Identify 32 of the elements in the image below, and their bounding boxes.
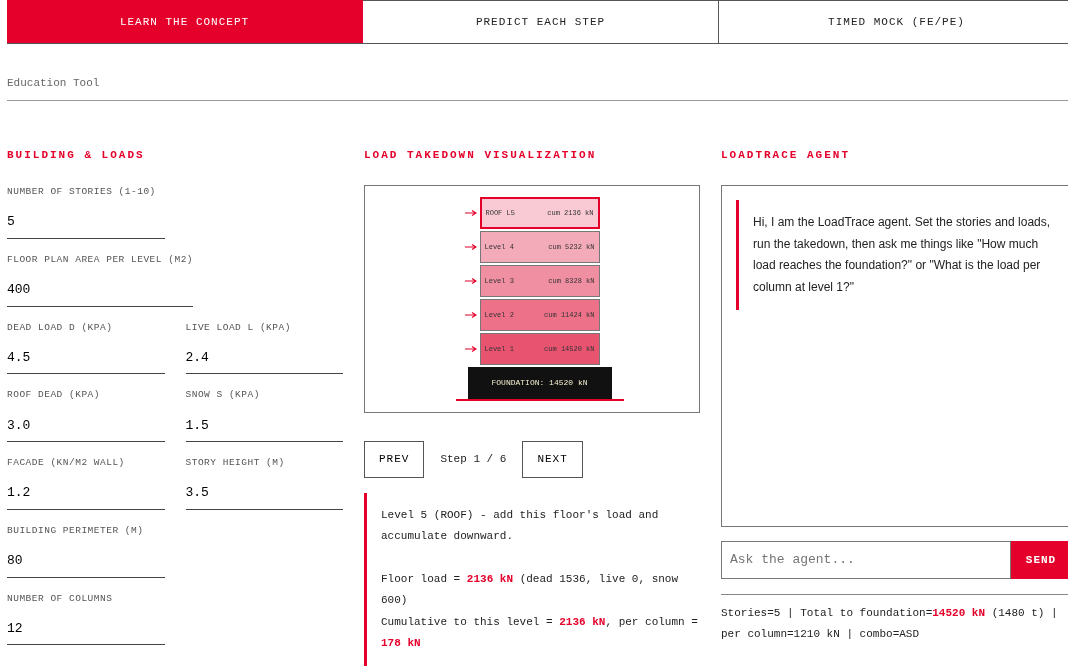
panel-title: LOAD TAKEDOWN VISUALIZATION [364, 147, 598, 163]
field-label: LIVE LOAD L (KPA) [185, 320, 292, 335]
field-label: BUILDING PERIMETER (M) [7, 523, 145, 538]
explanation-text: Level 5 (ROOF) - add this floor's load and accumulate downward. [381, 507, 660, 544]
explanation-text: Cumulative to this level = 2136 kN, per column = 178 kN [381, 614, 699, 651]
field-label: ROOF DEAD (KPA) [7, 388, 101, 403]
field-label: NUMBER OF STORIES (1-10) [7, 185, 157, 199]
field-label: NUMBER OF COLUMNS [7, 591, 114, 606]
field-label: FLOOR PLAN AREA PER LEVEL (M2) [7, 252, 194, 267]
explanation-text: Floor load = 2136 kN (dead 1536, live 0, snow 600) [381, 571, 680, 608]
panel-title: LOADTRACE AGENT [721, 147, 852, 163]
tab[interactable]: LEARN THE CONCEPT [7, 0, 363, 43]
step-counter: Step 1 / 6 [440, 452, 507, 467]
app-subtitle: Education Tool [7, 44, 1068, 101]
arrow-icon [464, 210, 477, 216]
prev-button[interactable]: PREV [364, 441, 425, 478]
summary-text: Stories=5 | Total to foundation=14520 kN (1480 t) | per column=1210 kN | combo=ASD [721, 593, 1068, 645]
panel-title: BUILDING & LOADS [7, 147, 146, 163]
foundation-block: FOUNDATION: 14520 kN [467, 367, 612, 399]
arrow-icon [464, 278, 477, 284]
arrow-icon [464, 346, 477, 352]
tab[interactable]: PREDICT EACH STEP [363, 0, 719, 43]
send-button[interactable]: SEND [1011, 541, 1068, 579]
arrow-icon [464, 244, 477, 250]
agent-message: Hi, I am the LoadTrace agent. Set the stories and loads, run the takedown, then ask me things like "How much load reaches the foundation?" or "What is the load per column at level 1?" [736, 200, 1068, 310]
field-label: FACADE (KN/M2 WALL) [7, 456, 126, 470]
next-button[interactable]: NEXT [522, 441, 583, 478]
chat-input[interactable]: Ask the agent... [721, 541, 1011, 579]
field-label: DEAD LOAD D (KPA) [7, 320, 114, 335]
arrow-icon [464, 312, 477, 318]
field-label: SNOW S (KPA) [185, 388, 261, 403]
field-label: STORY HEIGHT (M) [185, 456, 286, 470]
